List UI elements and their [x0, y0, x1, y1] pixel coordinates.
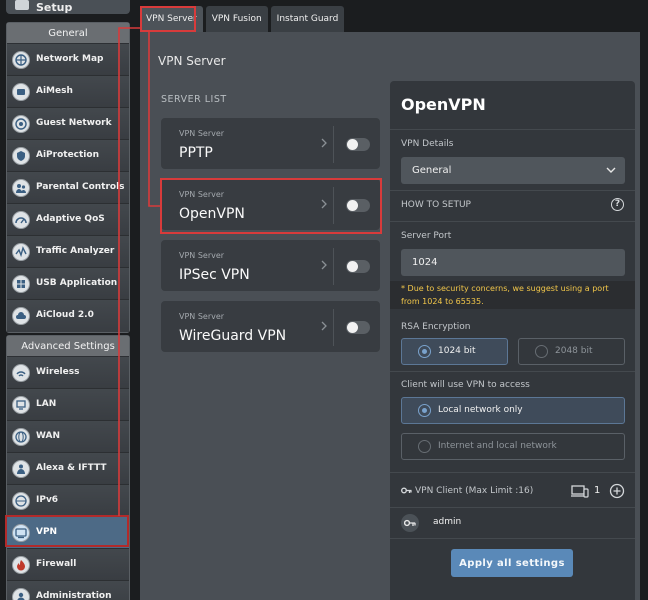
highlight-connector-lines: [118, 27, 161, 516]
